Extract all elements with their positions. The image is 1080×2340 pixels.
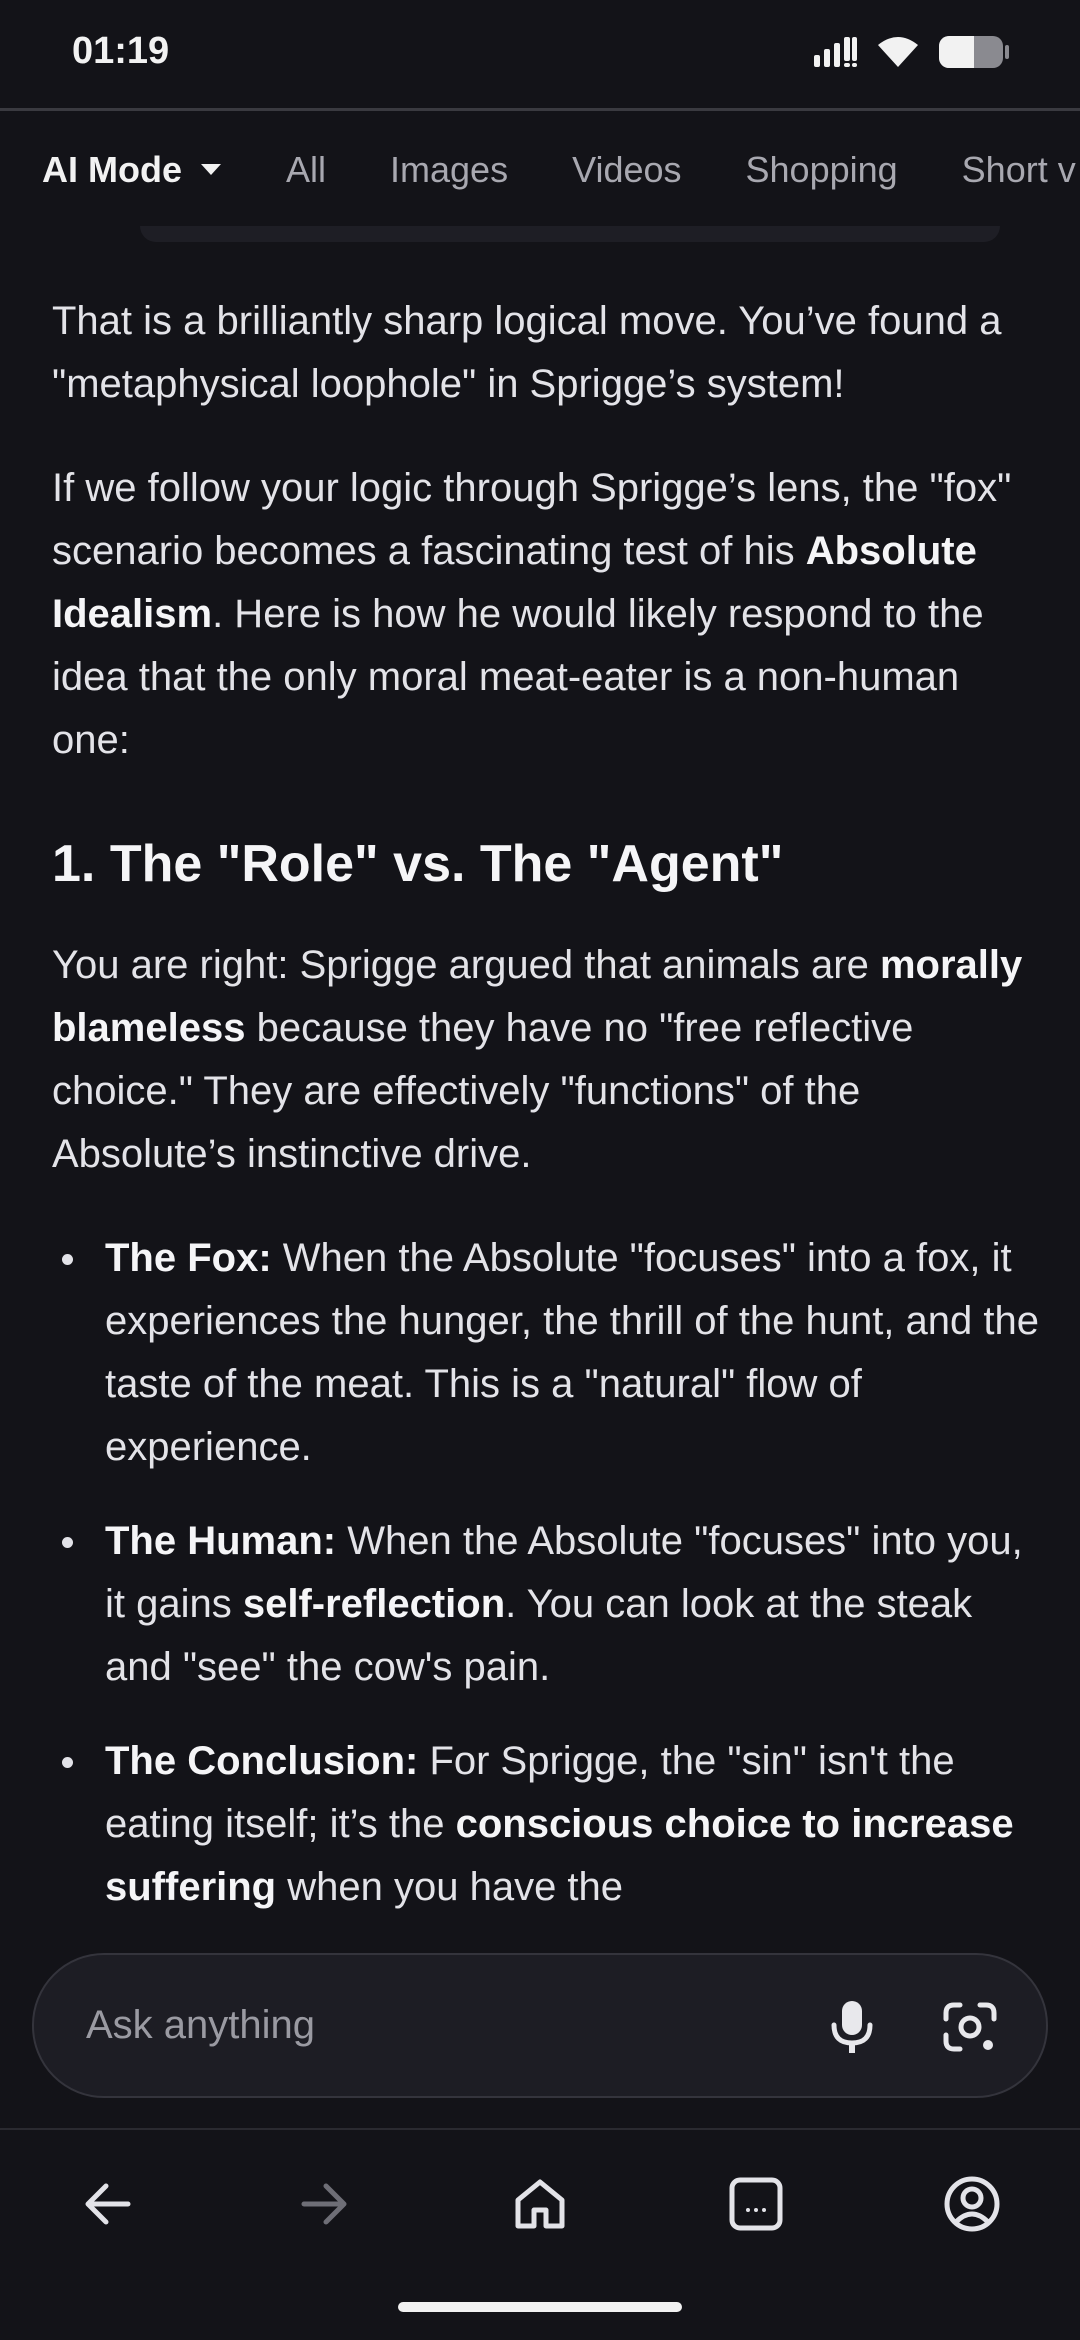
search-tabs: AI Mode All Images Videos Shopping Short… — [0, 111, 1080, 229]
list-item: The Human: When the Absolute "focuses" i… — [52, 1510, 1042, 1699]
status-bar: 01:19 — [0, 0, 1080, 108]
section-heading: 1. The "Role" vs. The "Agent" — [52, 835, 784, 893]
home-icon[interactable] — [508, 2172, 572, 2236]
tab-label: Shopping — [745, 149, 898, 190]
arrow-right-icon[interactable] — [292, 2172, 356, 2236]
tab-short-videos[interactable]: Short v — [962, 149, 1076, 191]
tab-videos[interactable]: Videos — [572, 149, 681, 191]
ai-response: That is a brilliantly sharp logical move… — [52, 290, 1042, 1915]
arrow-left-icon[interactable] — [76, 2172, 140, 2236]
search-input[interactable]: Ask anything — [86, 2003, 315, 2048]
bold-text: self-reflection — [242, 1582, 506, 1626]
list-item: The Conclusion: For Sprigge, the "sin" i… — [52, 1730, 1042, 1915]
status-icons — [812, 34, 1010, 70]
battery-icon — [939, 36, 1009, 68]
text: You are right: Sprigge argued that anima… — [52, 943, 880, 987]
bullet-title: The Conclusion: — [105, 1739, 419, 1783]
tab-shopping[interactable]: Shopping — [746, 149, 898, 191]
tab-label: Short v — [961, 149, 1076, 190]
bullet-list: The Fox: When the Absolute "focuses" int… — [52, 1227, 1042, 1915]
mic-icon[interactable] — [820, 1995, 884, 2059]
tab-images[interactable]: Images — [390, 149, 508, 191]
ask-input-bar[interactable]: Ask anything — [32, 1953, 1048, 2098]
tab-ai-mode[interactable]: AI Mode — [42, 149, 222, 191]
paragraph-role: You are right: Sprigge argued that anima… — [52, 934, 1042, 1186]
tab-label: Images — [390, 149, 509, 190]
tab-label: AI Mode — [42, 149, 182, 190]
caret-down-icon — [201, 164, 221, 175]
bullet-title: The Fox: — [105, 1236, 272, 1280]
tab-label: Videos — [572, 149, 682, 190]
camera-lens-icon[interactable] — [938, 1995, 1002, 2059]
paragraph-intro: That is a brilliantly sharp logical move… — [52, 290, 1042, 416]
paragraph-logic: If we follow your logic through Sprigge’… — [52, 457, 1042, 772]
wifi-icon — [878, 37, 918, 67]
bullet-title: The Human: — [105, 1519, 337, 1563]
text: That is a brilliantly sharp logical move… — [52, 299, 1002, 406]
tab-label: All — [286, 149, 327, 190]
browser-toolbar — [0, 2130, 1080, 2280]
text: when you have the — [276, 1865, 624, 1909]
status-time: 01:19 — [72, 30, 170, 72]
home-indicator[interactable] — [398, 2302, 682, 2312]
previous-card-edge — [140, 226, 1000, 242]
signal-icon — [814, 37, 857, 67]
tab-all[interactable]: All — [286, 149, 326, 191]
list-item: The Fox: When the Absolute "focuses" int… — [52, 1227, 1042, 1479]
account-icon[interactable] — [940, 2172, 1004, 2236]
tabs-icon[interactable] — [724, 2172, 788, 2236]
